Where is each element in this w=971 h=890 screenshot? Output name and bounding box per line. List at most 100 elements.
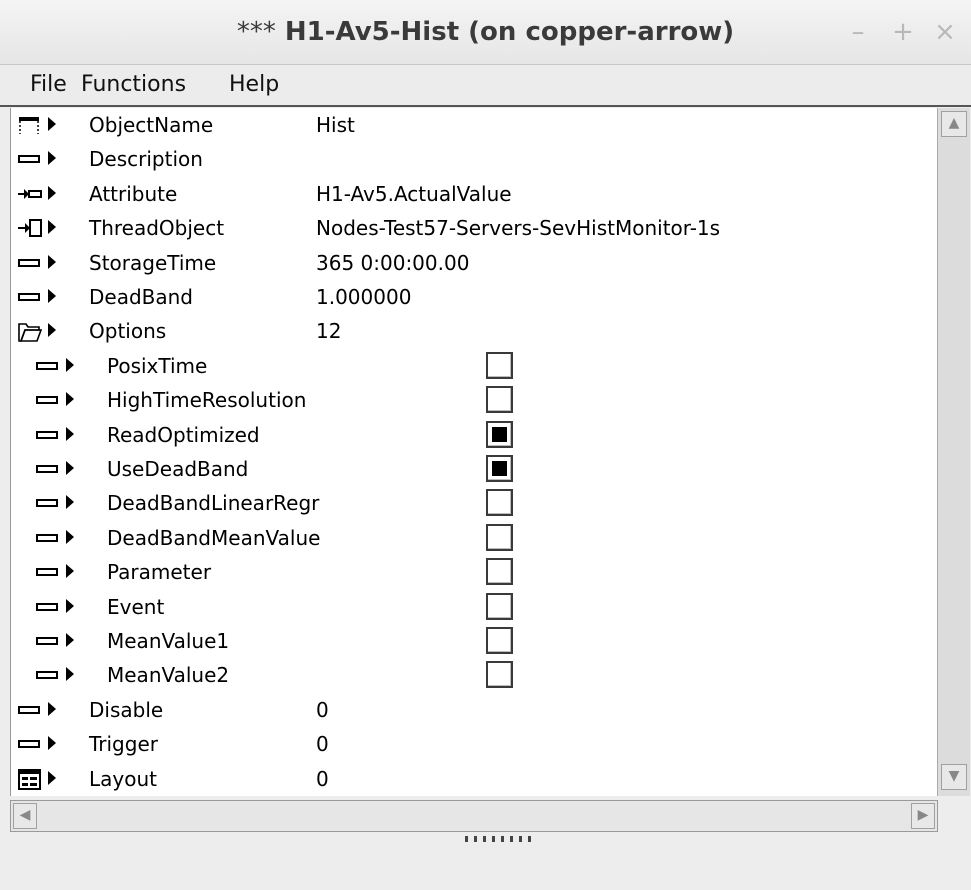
option-checkbox[interactable] [486, 558, 513, 586]
attribute-value[interactable]: 0 [316, 727, 329, 761]
attribute-value[interactable]: Hist [316, 108, 355, 142]
expand-arrow-icon[interactable] [66, 529, 74, 544]
attribute-value[interactable]: H1-Av5.ActualValue [316, 177, 512, 211]
tree-row[interactable]: Disable 0 [11, 693, 937, 727]
tree-row[interactable]: Description [11, 142, 937, 176]
attribute-name: Attribute [89, 181, 178, 206]
attribute-name: Description [89, 147, 203, 172]
scroll-down-icon[interactable]: ▼ [941, 764, 967, 790]
tree-row[interactable]: MeanValue1 [11, 624, 937, 658]
expand-arrow-icon[interactable] [48, 117, 56, 131]
attribute-name: DeadBand [89, 285, 194, 309]
expand-arrow-icon[interactable] [66, 426, 74, 441]
tree-row[interactable]: ReadOptimized [11, 418, 937, 452]
option-checkbox[interactable] [486, 661, 513, 689]
tree-row[interactable]: ThreadObject Nodes-Test57-Servers-SevHist… [11, 211, 937, 245]
attribute-name: PosixTime [107, 353, 208, 378]
expand-arrow-icon[interactable] [66, 564, 74, 579]
attribute-value[interactable]: 1.000000 [316, 280, 411, 314]
attribute-value[interactable]: 0 [316, 693, 329, 727]
folder-open-icon [18, 314, 43, 348]
object-icon [18, 108, 42, 142]
scroll-left-icon[interactable]: ◀ [13, 803, 37, 829]
attribute-icon [36, 486, 60, 520]
maximize-button[interactable]: + [888, 14, 918, 50]
vertical-scrollbar[interactable]: ▲ ▼ [937, 108, 970, 796]
attribute-value[interactable]: 0 [316, 762, 329, 796]
tree-row[interactable]: DeadBandLinearRegr [11, 486, 937, 520]
attribute-name: Event [107, 594, 165, 619]
attribute-icon [36, 418, 60, 452]
option-checkbox[interactable] [486, 386, 513, 414]
attribute-name: DeadBandLinearRegr [107, 491, 320, 516]
attribute-value[interactable]: 365 0:00:00.00 [316, 246, 469, 280]
expand-arrow-icon[interactable] [66, 392, 74, 407]
expand-arrow-icon[interactable] [48, 220, 56, 235]
tree-row[interactable]: HighTimeResolution [11, 383, 937, 417]
attribute-name: ThreadObject [89, 216, 225, 241]
tree-row[interactable]: MeanValue2 [11, 658, 937, 692]
expand-arrow-icon[interactable] [48, 701, 56, 716]
layout-icon [18, 762, 42, 796]
title-stars: *** [236, 17, 276, 47]
expand-arrow-icon[interactable] [48, 151, 56, 166]
attribute-name: ReadOptimized [107, 422, 260, 447]
option-checkbox[interactable] [486, 592, 513, 620]
option-checkbox[interactable] [486, 523, 513, 551]
tree-row[interactable]: Trigger 0 [11, 727, 937, 761]
menu-bar: File Functions Help [0, 65, 971, 107]
attribute-name: Disable [89, 697, 164, 722]
attribute-editor-window: *** H1-Av5-Hist (on copper-arrow) – + × … [0, 0, 971, 890]
attribute-name: StorageTime [89, 250, 217, 275]
attribute-reference-icon [18, 177, 42, 211]
expand-arrow-icon[interactable] [48, 185, 56, 200]
expand-arrow-icon[interactable] [66, 357, 74, 372]
menu-help[interactable]: Help [229, 65, 279, 105]
horizontal-scrollbar[interactable]: ◀ ▶ [10, 800, 938, 832]
attribute-icon [36, 590, 60, 624]
tree-row[interactable]: Attribute H1-Av5.ActualValue [11, 177, 937, 211]
tree-row[interactable]: DeadBandMeanValue [11, 521, 937, 555]
close-button[interactable]: × [930, 14, 960, 50]
option-checkbox[interactable] [486, 627, 513, 654]
tree-row[interactable]: ObjectName Hist [11, 108, 937, 142]
tree-row[interactable]: StorageTime 365 0:00:00.00 [11, 246, 937, 280]
option-checkbox[interactable] [486, 420, 513, 448]
option-checkbox[interactable] [486, 455, 513, 482]
attribute-name: Layout [89, 766, 157, 791]
expand-arrow-icon[interactable] [48, 323, 56, 338]
tree-row[interactable]: Layout 0 [11, 762, 937, 796]
tree-row[interactable]: PosixTime [11, 349, 937, 383]
expand-arrow-icon[interactable] [66, 667, 74, 682]
tree-row[interactable]: DeadBand 1.000000 [11, 280, 937, 314]
tree-row[interactable]: Parameter [11, 555, 937, 589]
option-checkbox[interactable] [486, 489, 513, 517]
option-checkbox[interactable] [486, 351, 513, 379]
title-bar[interactable]: *** H1-Av5-Hist (on copper-arrow) – + × [0, 0, 971, 65]
tree-row[interactable]: Event [11, 590, 937, 624]
tree-row[interactable]: Options 12 [11, 314, 937, 348]
menu-file[interactable]: File [30, 65, 67, 105]
expand-arrow-icon[interactable] [48, 736, 56, 751]
attribute-icon [36, 658, 60, 692]
attribute-icon [36, 555, 60, 589]
expand-arrow-icon[interactable] [48, 254, 56, 269]
attribute-name: MeanValue2 [107, 663, 230, 688]
menu-functions[interactable]: Functions [81, 65, 186, 105]
minimize-button[interactable]: – [843, 14, 873, 50]
attribute-icon [18, 246, 42, 280]
attribute-value[interactable]: 12 [316, 314, 341, 348]
tree-row[interactable]: UseDeadBand [11, 452, 937, 486]
expand-arrow-icon[interactable] [66, 495, 74, 510]
expand-arrow-icon[interactable] [48, 289, 56, 303]
attribute-value[interactable]: Nodes-Test57-Servers-SevHistMonitor-1s [316, 211, 720, 245]
attribute-icon [36, 349, 60, 383]
expand-arrow-icon[interactable] [48, 770, 56, 785]
pane-resize-grip[interactable] [465, 836, 531, 842]
expand-arrow-icon[interactable] [66, 598, 74, 613]
attribute-name: ObjectName [89, 113, 214, 137]
expand-arrow-icon[interactable] [66, 633, 74, 647]
scroll-right-icon[interactable]: ▶ [911, 803, 935, 829]
expand-arrow-icon[interactable] [66, 461, 74, 475]
scroll-up-icon[interactable]: ▲ [941, 111, 967, 137]
